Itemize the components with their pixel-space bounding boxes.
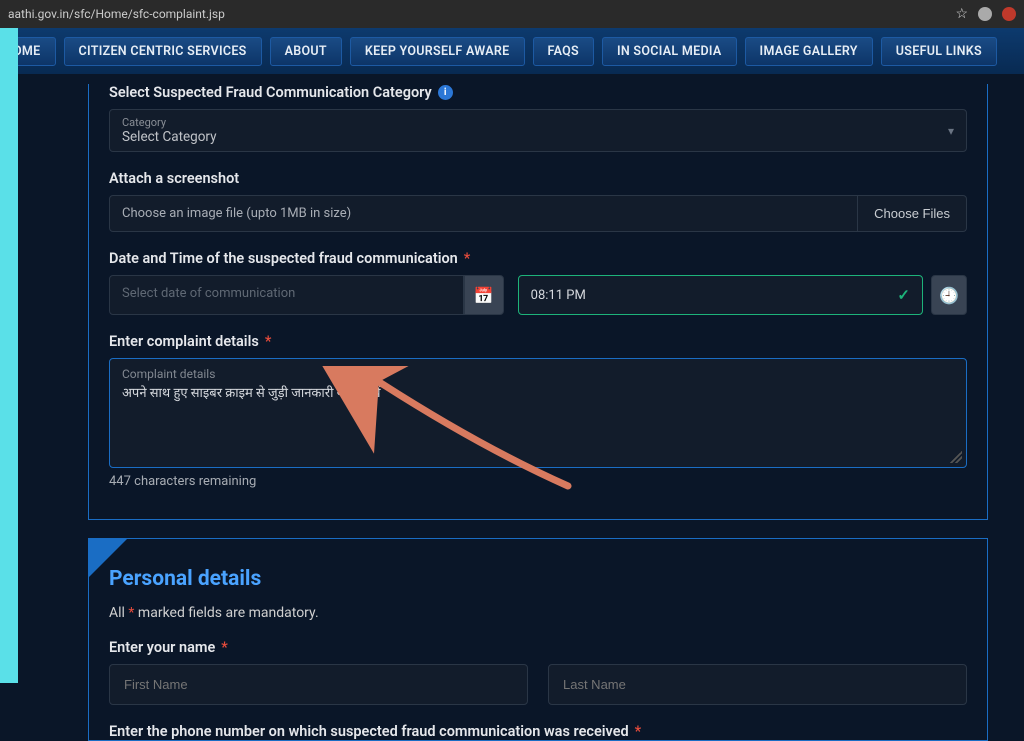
first-name-input[interactable] <box>109 664 528 705</box>
url-text: aathi.gov.in/sfc/Home/sfc-complaint.jsp <box>8 7 955 21</box>
name-group: Enter your name* <box>109 639 967 705</box>
last-name-input[interactable] <box>548 664 967 705</box>
date-input[interactable]: Select date of communication <box>109 275 464 315</box>
datetime-label: Date and Time of the suspected fraud com… <box>109 250 967 267</box>
mandatory-note: All * marked fields are mandatory. <box>109 605 967 621</box>
category-value: Select Category <box>122 129 217 145</box>
personal-title: Personal details <box>109 567 967 591</box>
clock-icon: 🕘 <box>939 286 959 305</box>
complaint-textarea[interactable]: Complaint details अपने साथ हुए साइबर क्र… <box>109 358 967 468</box>
category-label: Select Suspected Fraud Communication Cat… <box>109 84 967 101</box>
file-path-display: Choose an image file (upto 1MB in size) <box>109 195 858 232</box>
nav-social-media[interactable]: In Social Media <box>602 37 737 66</box>
extension-icon-1[interactable] <box>978 7 992 21</box>
required-star: * <box>265 333 272 350</box>
calendar-button[interactable]: 📅 <box>464 275 504 315</box>
bookmark-star-icon[interactable]: ☆ <box>955 6 968 22</box>
datetime-group: Date and Time of the suspected fraud com… <box>109 250 967 315</box>
main-nav: ome Citizen Centric Services About Keep … <box>0 28 1024 74</box>
chevron-down-icon: ▾ <box>948 124 954 138</box>
nav-citizen-services[interactable]: Citizen Centric Services <box>64 37 262 66</box>
time-value: 08:11 PM <box>531 288 586 303</box>
nav-faqs[interactable]: FAQs <box>533 37 594 66</box>
complaint-placeholder: Complaint details <box>122 367 954 381</box>
extension-icon-2[interactable] <box>1002 7 1016 21</box>
info-icon[interactable]: i <box>438 85 453 100</box>
required-star: * <box>464 250 471 267</box>
name-label: Enter your name* <box>109 639 967 656</box>
decorative-strip <box>0 28 18 683</box>
time-input[interactable]: 08:11 PM ✓ <box>518 275 923 315</box>
choose-files-button[interactable]: Choose Files <box>858 195 967 232</box>
clock-button[interactable]: 🕘 <box>931 275 967 315</box>
calendar-icon: 📅 <box>474 286 494 305</box>
complaint-text: अपने साथ हुए साइबर क्राइम से जुड़ी जानका… <box>122 383 954 401</box>
complaint-label: Enter complaint details* <box>109 333 967 350</box>
nav-keep-aware[interactable]: Keep Yourself Aware <box>350 37 525 66</box>
phone-label: Enter the phone number on which suspecte… <box>109 723 967 740</box>
category-group: Select Suspected Fraud Communication Cat… <box>109 84 967 152</box>
check-icon: ✓ <box>897 286 910 304</box>
category-hint: Category <box>122 116 217 129</box>
nav-image-gallery[interactable]: Image Gallery <box>745 37 873 66</box>
browser-address-bar: aathi.gov.in/sfc/Home/sfc-complaint.jsp … <box>0 0 1024 28</box>
required-star: * <box>635 723 642 740</box>
complaint-details-group: Enter complaint details* Complaint detai… <box>109 333 967 489</box>
required-star: * <box>221 639 228 656</box>
nav-about[interactable]: About <box>270 37 342 66</box>
complaint-section: Select Suspected Fraud Communication Cat… <box>88 84 988 520</box>
screenshot-label: Attach a screenshot <box>109 170 967 187</box>
nav-useful-links[interactable]: Useful Links <box>881 37 997 66</box>
category-select[interactable]: Category Select Category ▾ <box>109 109 967 152</box>
page-content: Select Suspected Fraud Communication Cat… <box>18 74 1024 741</box>
resize-handle-icon[interactable] <box>950 451 962 463</box>
screenshot-group: Attach a screenshot Choose an image file… <box>109 170 967 232</box>
char-remaining: 447 characters remaining <box>109 474 967 489</box>
personal-section: Personal details All * marked fields are… <box>88 538 988 741</box>
section-corner-decoration <box>88 538 128 578</box>
